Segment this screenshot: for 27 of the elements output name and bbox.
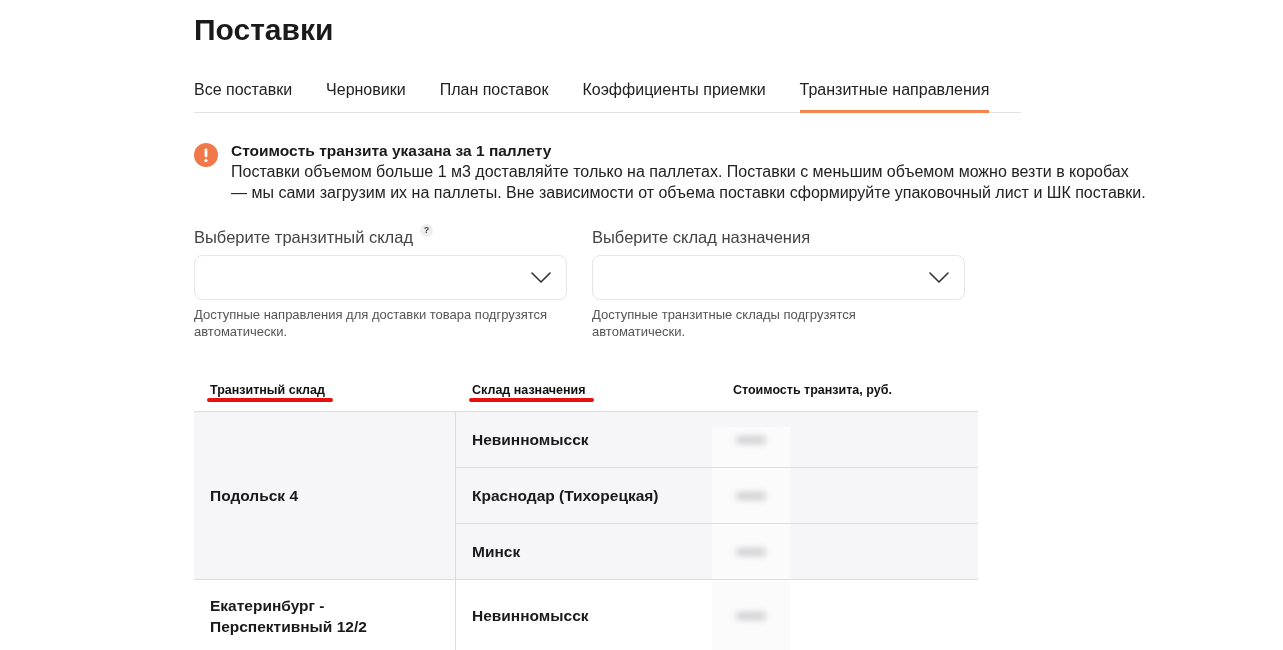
tab[interactable]: Черновики [326, 72, 406, 113]
table-cell-text: Минск [471, 541, 522, 562]
chevron-down-icon [929, 272, 949, 283]
dropdown-field[interactable] [194, 255, 567, 300]
tab[interactable]: План поставок [439, 72, 549, 113]
page-title: Поставки [194, 12, 334, 48]
alert-title: Стоимость транзита указана за 1 паллету [231, 141, 552, 161]
field-label: Выберите транзитный склад [194, 227, 414, 247]
column-header: Транзитный склад [210, 382, 325, 398]
field-hint: Доступные направления для доставки товара подгрузятся автоматически. [194, 306, 549, 340]
table-cell-text: Невинномысск [471, 605, 590, 626]
tab[interactable]: Коэффициенты приемки [582, 72, 766, 113]
tab[interactable]: Все поставки [194, 72, 293, 113]
field-label: Выберите склад назначения [592, 227, 811, 247]
chevron-down-icon [531, 272, 551, 283]
help-icon[interactable]: ? [420, 224, 434, 237]
table-cell-text: Невинномысск [471, 429, 590, 450]
dropdown-field[interactable] [592, 255, 965, 300]
column-header: Склад назначения [472, 382, 586, 398]
table-cell: Екатеринбург - Перспективный 12/2 [194, 580, 456, 650]
alert-text: Поставки объемом больше 1 м3 доставляйте только на паллетах. Поставки с меньшим объемом можно везти в коробах — мы сами загрузим их на паллеты. Вне зависимости от объема поставки сформируйте упаковочный лист и ШК поставки. [231, 162, 1147, 203]
warning-icon [194, 143, 218, 167]
table-cell: Подольск 4 [194, 412, 456, 579]
column-header: Стоимость транзита, руб. [733, 382, 892, 398]
table-cell-text: Краснодар (Тихорецкая) [471, 485, 660, 506]
field-hint: Доступные транзитные склады подгрузятся автоматически. [592, 306, 857, 340]
tab[interactable]: Транзитные направления [799, 72, 990, 113]
